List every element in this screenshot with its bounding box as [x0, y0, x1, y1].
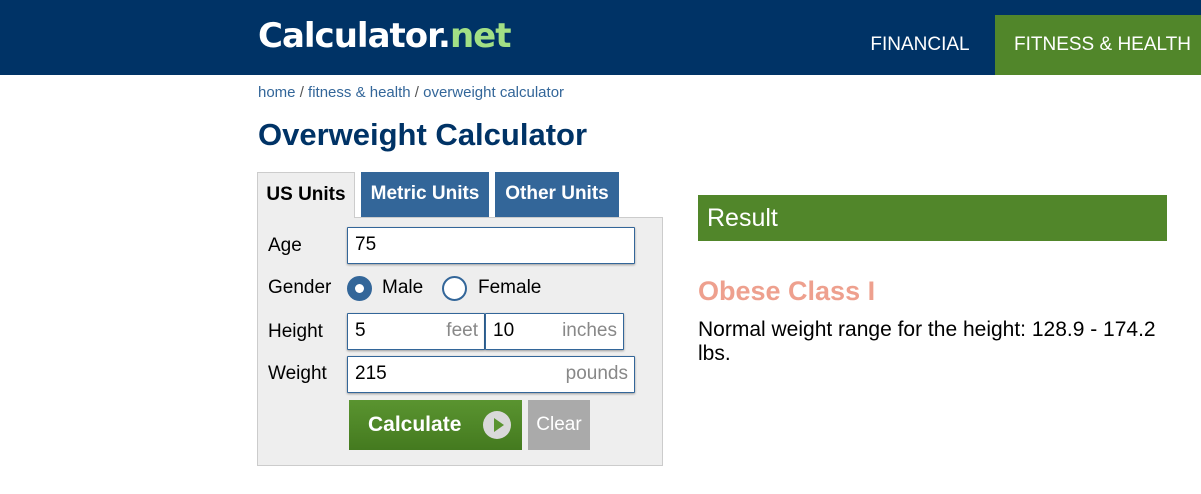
- breadcrumb-separator: /: [295, 84, 309, 101]
- tab-us-units[interactable]: US Units: [257, 172, 355, 218]
- breadcrumb: home / fitness & health / overweight cal…: [258, 83, 564, 103]
- age-input-value: 75: [355, 234, 377, 255]
- height-inches-value: 10: [493, 320, 515, 341]
- height-feet-value: 5: [355, 320, 366, 341]
- play-arrow-icon: [483, 411, 511, 439]
- age-label: Age: [268, 235, 302, 256]
- tab-other-units[interactable]: Other Units: [495, 172, 619, 217]
- result-description: Normal weight range for the height: 128.…: [698, 318, 1156, 365]
- height-feet-input[interactable]: 5 feet: [347, 313, 485, 350]
- weight-input[interactable]: 215 pounds: [347, 356, 635, 393]
- weight-label: Weight: [268, 363, 327, 384]
- gender-male-label[interactable]: Male: [382, 276, 423, 300]
- gender-female-radio[interactable]: [442, 276, 467, 301]
- result-heading: Result: [698, 195, 1167, 241]
- site-logo[interactable]: Calculator.net: [258, 16, 511, 56]
- gender-female-label[interactable]: Female: [478, 276, 541, 300]
- nav-fitness-health[interactable]: FITNESS & HEALTH: [995, 15, 1201, 75]
- age-input[interactable]: 75: [347, 227, 635, 264]
- nav-financial[interactable]: FINANCIAL: [845, 15, 995, 75]
- logo-text-net: net: [449, 16, 512, 56]
- breadcrumb-current[interactable]: overweight calculator: [423, 84, 564, 101]
- calculate-button[interactable]: Calculate: [349, 400, 522, 450]
- breadcrumb-fitness-health[interactable]: fitness & health: [308, 84, 411, 101]
- calculate-button-label: Calculate: [368, 413, 462, 436]
- height-inches-input[interactable]: 10 inches: [485, 313, 624, 350]
- page-title: Overweight Calculator: [258, 117, 588, 152]
- height-label: Height: [268, 321, 323, 342]
- tab-metric-units[interactable]: Metric Units: [361, 172, 489, 217]
- clear-button[interactable]: Clear: [528, 400, 590, 450]
- gender-male-radio[interactable]: [347, 276, 372, 301]
- result-classification: Obese Class I: [698, 276, 876, 306]
- logo-text-dot: .: [438, 16, 451, 56]
- logo-text-calculator: Calculator: [258, 16, 439, 56]
- height-feet-unit: feet: [446, 320, 478, 341]
- weight-input-value: 215: [355, 363, 387, 384]
- breadcrumb-separator: /: [410, 84, 424, 101]
- breadcrumb-home[interactable]: home: [258, 84, 296, 101]
- weight-unit: pounds: [565, 363, 628, 384]
- height-inches-unit: inches: [562, 320, 617, 341]
- gender-label: Gender: [268, 277, 332, 298]
